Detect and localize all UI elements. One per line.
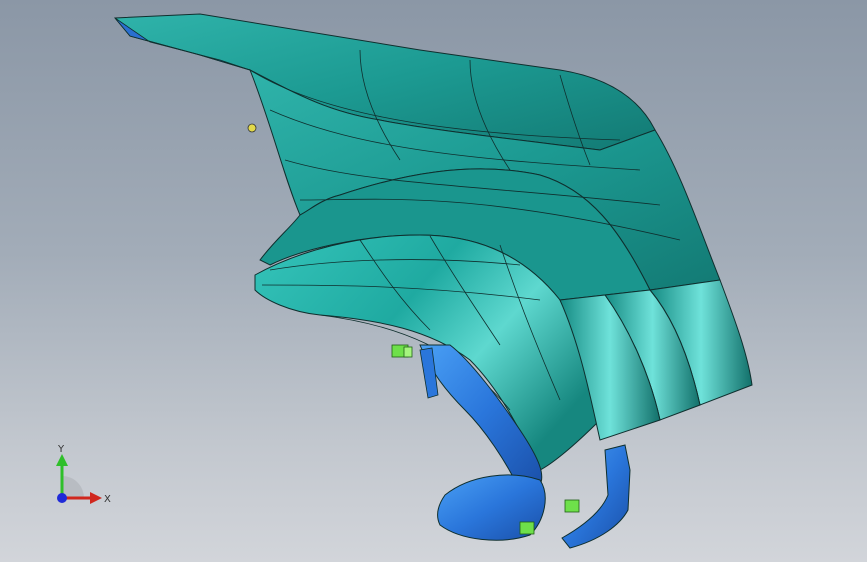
yellow-marker <box>247 123 257 133</box>
cad-model[interactable] <box>0 0 867 562</box>
side-mount-tab <box>561 444 631 549</box>
z-axis-dot-icon <box>57 493 67 503</box>
x-axis-label: X <box>104 494 111 505</box>
x-axis-arrow-icon <box>90 492 102 504</box>
cad-viewport[interactable]: Y X <box>0 0 867 562</box>
y-axis-label: Y <box>57 444 65 455</box>
axis-triad: Y X <box>56 444 111 505</box>
y-axis-arrow-icon <box>56 454 68 466</box>
